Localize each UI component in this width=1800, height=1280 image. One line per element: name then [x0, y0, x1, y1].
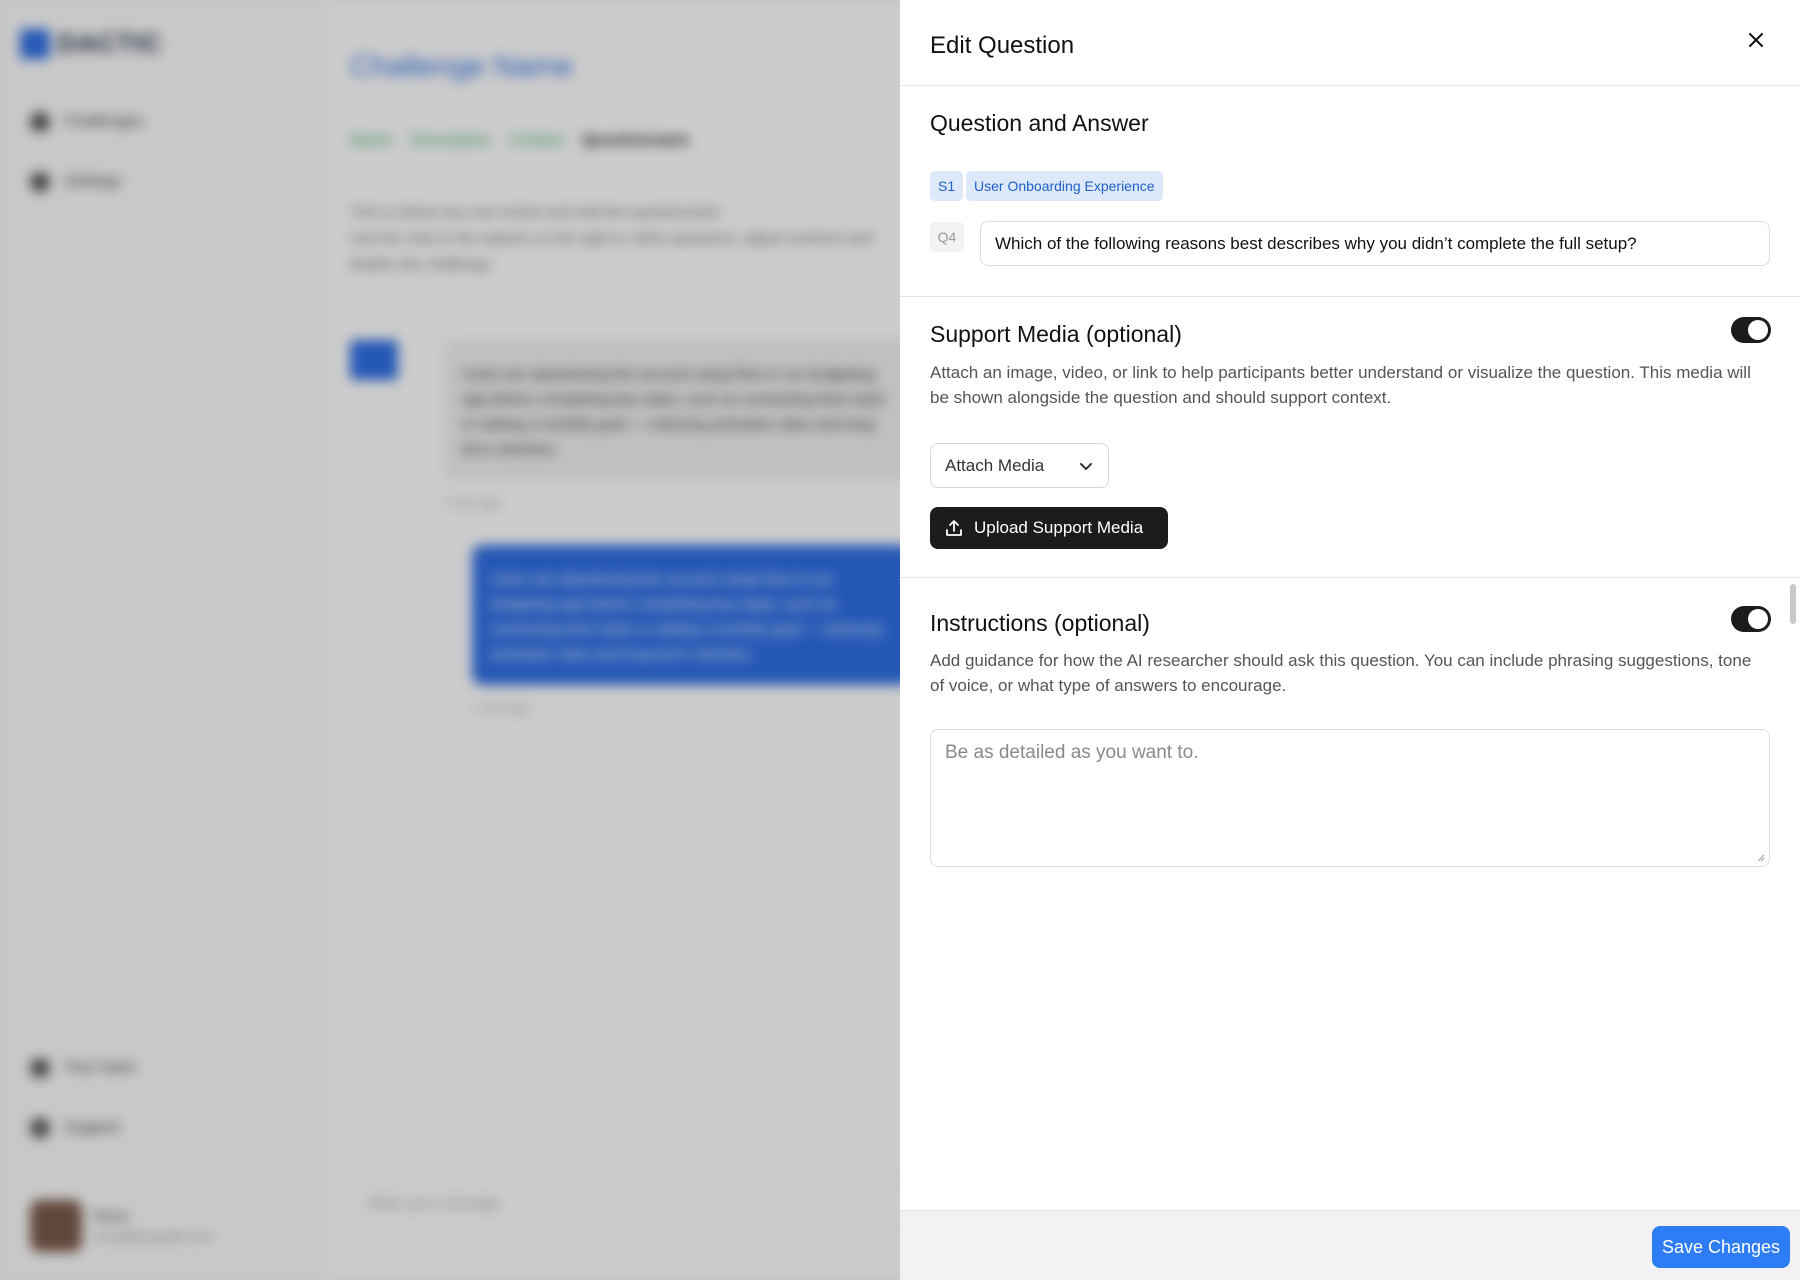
panel-footer: Save Changes [900, 1210, 1800, 1280]
instructions-textarea[interactable]: Be as detailed as you want to. [930, 729, 1770, 867]
section-tag: S1 [930, 171, 964, 201]
upload-button-label: Upload Support Media [974, 518, 1144, 537]
instructions-section: Instructions (optional) Add guidance for… [900, 578, 1800, 1210]
instructions-toggle[interactable] [1731, 606, 1771, 632]
section-title: Question and Answer [930, 110, 1149, 136]
close-button[interactable] [1744, 28, 1768, 52]
question-number-badge: Q4 [930, 222, 964, 252]
close-icon [1749, 33, 1763, 47]
scrollbar[interactable] [1790, 584, 1796, 624]
select-value: Attach Media [945, 455, 1045, 475]
edit-question-panel: Edit Question Question and Answer S1 Use… [900, 0, 1800, 1280]
toggle-knob [1748, 609, 1768, 629]
section-title: Instructions (optional) [930, 610, 1150, 636]
section-description: Attach an image, video, or link to help … [930, 363, 1751, 407]
support-media-toggle[interactable] [1731, 317, 1771, 343]
attach-media-select[interactable]: Attach Media [930, 443, 1109, 488]
question-text-input[interactable]: Which of the following reasons best desc… [980, 221, 1770, 266]
section-name-badge: User Onboarding Experience [966, 171, 1163, 201]
upload-icon [944, 518, 964, 538]
modal-overlay[interactable] [0, 0, 900, 1280]
panel-title: Edit Question [930, 32, 1075, 59]
resize-grip-icon[interactable] [1755, 852, 1765, 862]
upload-support-media-button[interactable]: Upload Support Media [930, 507, 1168, 549]
section-title: Support Media (optional) [930, 321, 1182, 347]
chevron-down-icon [1078, 458, 1094, 474]
section-description: Add guidance for how the AI researcher s… [930, 651, 1752, 695]
question-answer-section: Question and Answer S1 User Onboarding E… [900, 86, 1800, 297]
toggle-knob [1748, 320, 1768, 340]
support-media-section: Support Media (optional) Attach an image… [900, 297, 1800, 578]
panel-header: Edit Question [900, 0, 1800, 86]
textarea-placeholder: Be as detailed as you want to. [945, 742, 1199, 763]
save-changes-button[interactable]: Save Changes [1652, 1226, 1790, 1268]
